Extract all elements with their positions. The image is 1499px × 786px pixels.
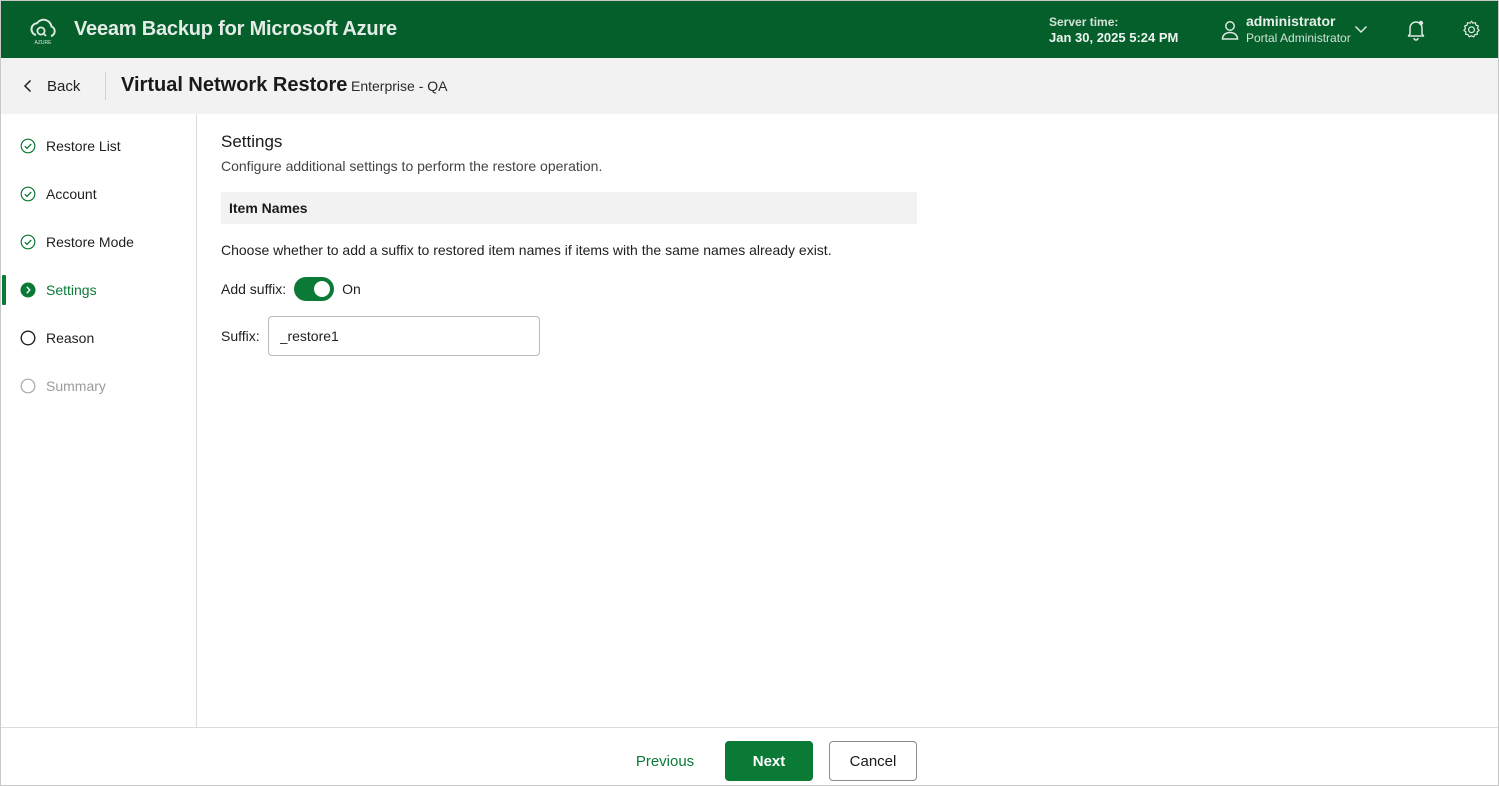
step-label: Account bbox=[46, 186, 97, 202]
back-button[interactable]: Back bbox=[21, 74, 80, 98]
wizard-footer: Previous Next Cancel bbox=[1, 727, 1498, 785]
chevron-down-icon[interactable] bbox=[1354, 23, 1368, 35]
step-reason[interactable]: Reason bbox=[1, 321, 196, 355]
next-button[interactable]: Next bbox=[725, 741, 813, 781]
suffix-row: Suffix: bbox=[221, 316, 540, 356]
page-title: Virtual Network Restore bbox=[121, 74, 348, 96]
step-label: Reason bbox=[46, 330, 95, 346]
add-suffix-row: Add suffix: On bbox=[221, 277, 361, 301]
server-time-label: Server time: bbox=[1049, 15, 1119, 29]
active-step-indicator bbox=[2, 275, 6, 305]
step-label: Settings bbox=[46, 282, 97, 298]
server-time: Server time: Jan 30, 2025 5:24 PM bbox=[1049, 14, 1178, 46]
suffix-input[interactable] bbox=[267, 316, 540, 356]
suffix-label: Suffix: bbox=[221, 328, 260, 344]
step-label: Restore Mode bbox=[46, 234, 134, 250]
user-role: Portal Administrator bbox=[1246, 31, 1351, 45]
wizard-header: Back Virtual Network Restore Enterprise … bbox=[1, 58, 1498, 114]
back-label: Back bbox=[47, 77, 81, 95]
toggle-knob bbox=[314, 281, 331, 297]
cancel-button[interactable]: Cancel bbox=[829, 741, 917, 781]
empty-circle-icon bbox=[20, 330, 36, 346]
server-time-value: Jan 30, 2025 5:24 PM bbox=[1049, 30, 1179, 45]
user-menu[interactable]: administrator Portal Administrator bbox=[1246, 13, 1351, 47]
user-icon[interactable] bbox=[1221, 20, 1239, 40]
settings-panel: Settings Configure additional settings t… bbox=[221, 114, 1481, 714]
user-name: administrator bbox=[1246, 13, 1336, 29]
page-subtitle: Enterprise - QA bbox=[351, 78, 448, 94]
step-summary: Summary bbox=[1, 369, 196, 403]
add-suffix-toggle[interactable] bbox=[294, 277, 335, 301]
step-label: Summary bbox=[46, 378, 106, 394]
veeam-azure-logo-icon[interactable]: AZURE bbox=[28, 16, 58, 46]
gear-icon[interactable] bbox=[1461, 19, 1482, 40]
empty-circle-icon bbox=[20, 378, 36, 394]
chevron-left-icon bbox=[23, 79, 32, 93]
step-restore-mode[interactable]: Restore Mode bbox=[1, 225, 196, 259]
step-account[interactable]: Account bbox=[1, 177, 196, 211]
header-divider bbox=[105, 72, 106, 100]
item-names-group-header: Item Names bbox=[221, 192, 917, 224]
chevron-right-circle-icon bbox=[20, 282, 36, 298]
step-settings[interactable]: Settings bbox=[1, 273, 196, 307]
wizard-steps: Restore List Account Restore Mode Settin… bbox=[1, 114, 197, 727]
step-restore-list[interactable]: Restore List bbox=[1, 129, 196, 163]
section-title: Settings bbox=[221, 132, 283, 151]
add-suffix-label: Add suffix: bbox=[221, 281, 287, 297]
group-title: Item Names bbox=[229, 200, 308, 216]
bell-icon[interactable] bbox=[1406, 19, 1426, 41]
check-circle-icon bbox=[20, 138, 36, 154]
section-description: Configure additional settings to perform… bbox=[221, 158, 603, 174]
top-header: AZURE Veeam Backup for Microsoft Azure S… bbox=[1, 1, 1498, 58]
help-text: Choose whether to add a suffix to restor… bbox=[221, 242, 832, 258]
check-circle-icon bbox=[20, 186, 36, 202]
logo-caption: AZURE bbox=[35, 40, 53, 46]
previous-button[interactable]: Previous bbox=[631, 741, 699, 781]
toggle-state-label: On bbox=[342, 281, 361, 297]
step-label: Restore List bbox=[46, 138, 121, 154]
check-circle-icon bbox=[20, 234, 36, 250]
app-window: AZURE Veeam Backup for Microsoft Azure S… bbox=[0, 0, 1499, 786]
app-title: Veeam Backup for Microsoft Azure bbox=[74, 18, 397, 40]
